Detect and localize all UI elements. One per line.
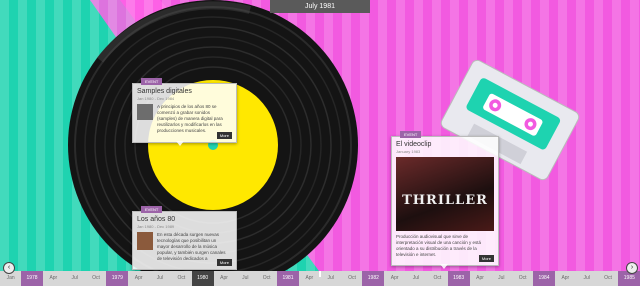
timeline-year-label[interactable]: 1979	[106, 271, 129, 286]
timeline-month-label[interactable]: Oct	[342, 271, 362, 286]
timeline-month-label[interactable]: Apr	[214, 271, 234, 286]
poster-title: THRILLER	[402, 193, 488, 208]
event-dates: January 1983	[396, 149, 421, 154]
timeline-month-label[interactable]: Apr	[470, 271, 490, 286]
timeline-month-label[interactable]: Jul	[491, 271, 511, 286]
timeline-month-label[interactable]: Jul	[150, 271, 170, 286]
event-title: El videoclip	[396, 141, 432, 148]
timeline-month-label[interactable]: Jul	[321, 271, 341, 286]
timeline-month-label[interactable]: Oct	[513, 271, 533, 286]
timeline-year-label[interactable]: 1980	[191, 271, 214, 286]
timeline-year-label[interactable]: 1978	[21, 271, 43, 286]
timeline-month-label[interactable]: Apr	[555, 271, 575, 286]
background-art	[0, 0, 640, 286]
more-button[interactable]: More	[216, 132, 232, 139]
event-thumbnail	[137, 104, 153, 120]
chevron-right-icon[interactable]: ›	[626, 262, 638, 274]
more-button[interactable]: More	[216, 259, 232, 266]
event-image-thriller: THRILLER	[396, 157, 494, 231]
timeline-month-label[interactable]: Oct	[257, 271, 277, 286]
timeline-year-label[interactable]: 1984	[533, 271, 555, 286]
timeline-month-label[interactable]: Apr	[385, 271, 405, 286]
event-tag: EVENT	[400, 131, 422, 138]
timeline-month-label[interactable]: Oct	[86, 271, 106, 286]
timeline-year-label[interactable]: 1982	[362, 271, 385, 286]
timeline-month-label[interactable]: Apr	[43, 271, 63, 286]
timeline-month-label[interactable]: Jul	[406, 271, 426, 286]
more-button[interactable]: More	[478, 255, 494, 262]
card-pointer	[176, 141, 184, 146]
timeline-month-label[interactable]: Jul	[577, 271, 597, 286]
event-card-anos80[interactable]: EVENT Los años 80 Jan 1980 - Dec 1989 En…	[132, 206, 237, 270]
event-thumbnail	[137, 232, 153, 250]
timeline-month-label[interactable]: Oct	[171, 271, 191, 286]
current-date-label: July 1981	[270, 0, 370, 13]
event-card-videoclip[interactable]: EVENT El videoclip January 1983 THRILLER…	[391, 131, 499, 266]
timeline-month-label[interactable]: Jul	[235, 271, 255, 286]
timeline-month-label[interactable]: Oct	[598, 271, 618, 286]
timeline-month-label[interactable]: Oct	[427, 271, 447, 286]
card-pointer	[440, 264, 448, 269]
event-tag: EVENT	[141, 78, 163, 85]
chevron-left-icon[interactable]: ‹	[3, 262, 15, 274]
timeline-year-label[interactable]: 1981	[277, 271, 299, 286]
event-title: Samples digitales	[137, 88, 192, 95]
event-body: A principios de los años 80 se comenzó a…	[157, 104, 223, 133]
event-tag: EVENT	[141, 206, 163, 213]
event-card-samples[interactable]: EVENT Samples digitales Jan 1980 - Dec 1…	[132, 78, 237, 143]
current-position-marker	[319, 271, 321, 277]
timeline-stage: July 1981 EVENT Samples digitales Jan 19…	[0, 0, 640, 286]
timeline-month-label[interactable]: Apr	[129, 271, 149, 286]
timeline-month-label[interactable]: Jul	[65, 271, 85, 286]
event-title: Los años 80	[137, 216, 176, 223]
event-body: En esta década surgen nuevas tecnologías…	[157, 232, 226, 261]
timeline-year-label[interactable]: 1983	[447, 271, 470, 286]
timeline-month-label[interactable]: Apr	[299, 271, 319, 286]
